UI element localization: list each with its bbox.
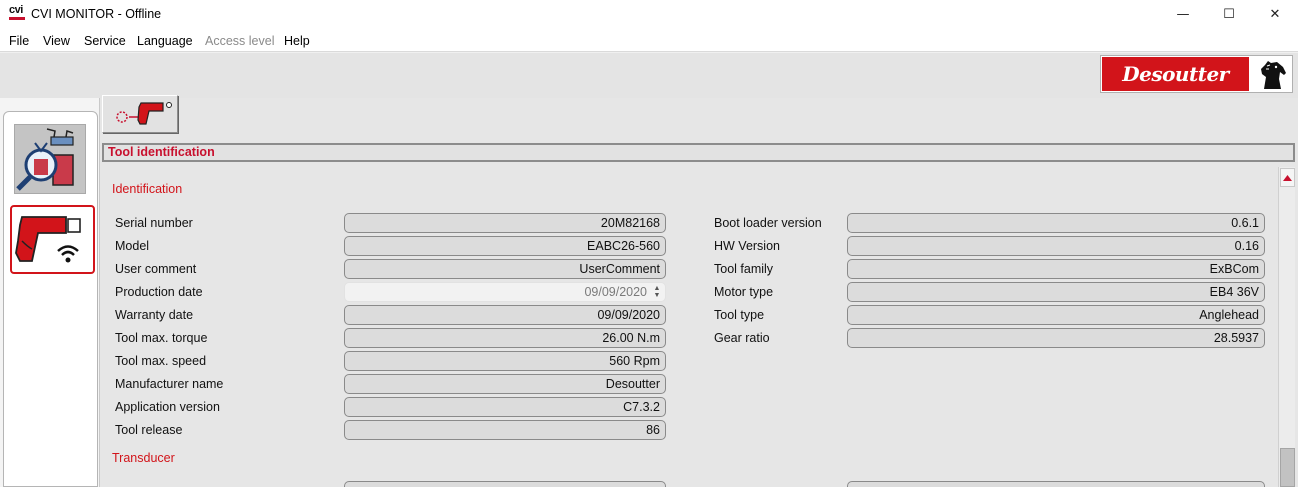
maximize-icon: ☐	[1223, 7, 1235, 22]
boot-loader-version-field[interactable]: 0.6.1	[847, 213, 1265, 233]
label-tool-type: Tool type	[714, 308, 765, 322]
label-tool-max-speed: Tool max. speed	[115, 354, 207, 368]
hw-version-field[interactable]: 0.16	[847, 236, 1265, 256]
close-button[interactable]: ✕	[1252, 0, 1298, 29]
main-panel: Tool identification Identification Seria…	[100, 95, 1298, 487]
label-hw-version: HW Version	[714, 239, 780, 253]
user-comment-field[interactable]: UserComment	[344, 259, 666, 279]
scroll-up-button[interactable]	[1280, 168, 1295, 187]
minimize-button[interactable]: —	[1160, 0, 1206, 29]
production-date-field: 09/09/2020 ▲ ▼	[344, 282, 666, 302]
sidebar-item-tool-wireless[interactable]	[10, 205, 95, 274]
transducer-field-left[interactable]	[344, 481, 666, 487]
desoutter-logo: Desoutter	[1100, 55, 1293, 93]
tool-family-field[interactable]: ExBCom	[847, 259, 1265, 279]
maximize-button[interactable]: ☐	[1206, 0, 1252, 29]
label-serial-number: Serial number	[115, 216, 193, 230]
application-version-field[interactable]: C7.3.2	[344, 397, 666, 417]
cvi-app-icon: cvi	[9, 4, 25, 21]
horse-head-icon	[1252, 57, 1291, 91]
menu-help[interactable]: Help	[284, 34, 310, 48]
label-tool-max-torque: Tool max. torque	[115, 331, 208, 345]
transducer-field-right[interactable]	[847, 481, 1265, 487]
arrow-up-icon	[1283, 174, 1292, 181]
tool-release-field[interactable]: 86	[344, 420, 666, 440]
group-title-transducer: Transducer	[112, 451, 175, 465]
serial-number-field[interactable]: 20M82168	[344, 213, 666, 233]
sidebar	[0, 98, 100, 487]
sidebar-item-diagnostics[interactable]	[14, 124, 86, 194]
tool-type-field[interactable]: Anglehead	[847, 305, 1265, 325]
tool-max-torque-field[interactable]: 26.00 N.m	[344, 328, 666, 348]
group-title-identification: Identification	[112, 182, 183, 196]
tool-diagnostics-icon	[16, 128, 74, 191]
label-tool-family: Tool family	[714, 262, 774, 276]
label-model: Model	[115, 239, 150, 253]
tool-connection-icon	[116, 102, 172, 125]
label-user-comment: User comment	[115, 262, 197, 276]
label-production-date: Production date	[115, 285, 203, 299]
motor-type-field[interactable]: EB4 36V	[847, 282, 1265, 302]
vertical-scrollbar[interactable]	[1278, 167, 1295, 487]
scroll-thumb[interactable]	[1280, 448, 1295, 487]
label-gear-ratio: Gear ratio	[714, 331, 770, 345]
menu-view[interactable]: View	[43, 34, 70, 48]
tool-max-speed-field[interactable]: 560 Rpm	[344, 351, 666, 371]
menu-access-level: Access level	[205, 34, 275, 48]
manufacturer-name-field[interactable]: Desoutter	[344, 374, 666, 394]
label-tool-release: Tool release	[115, 423, 183, 437]
gear-ratio-field[interactable]: 28.5937	[847, 328, 1265, 348]
label-manufacturer-name: Manufacturer name	[115, 377, 224, 391]
section-header: Tool identification	[102, 143, 1295, 162]
minimize-icon: —	[1176, 7, 1190, 22]
menu-bar: File View Service Language Access level …	[0, 29, 1298, 52]
title-bar: cvi CVI MONITOR - Offline — ☐ ✕	[0, 0, 1298, 29]
brand-name: Desoutter	[1122, 62, 1229, 86]
tool-wireless-icon	[15, 216, 81, 263]
warranty-date-field[interactable]: 09/09/2020	[344, 305, 666, 325]
window-title: CVI MONITOR - Offline	[31, 7, 162, 21]
date-spinner-icon: ▲ ▼	[653, 285, 661, 299]
section-title: Tool identification	[108, 145, 215, 159]
model-field[interactable]: EABC26-560	[344, 236, 666, 256]
menu-language[interactable]: Language	[137, 34, 193, 48]
production-date-value: 09/09/2020	[584, 285, 647, 299]
tool-identification-content: Identification Serial number 20M82168 Mo…	[102, 165, 1277, 487]
label-application-version: Application version	[115, 400, 220, 414]
menu-service[interactable]: Service	[84, 34, 126, 48]
label-motor-type: Motor type	[714, 285, 774, 299]
label-boot-loader-version: Boot loader version	[714, 216, 822, 230]
menu-file[interactable]: File	[9, 34, 29, 48]
close-icon: ✕	[1269, 7, 1281, 22]
label-warranty-date: Warranty date	[115, 308, 194, 322]
tool-connection-button[interactable]	[102, 95, 178, 133]
